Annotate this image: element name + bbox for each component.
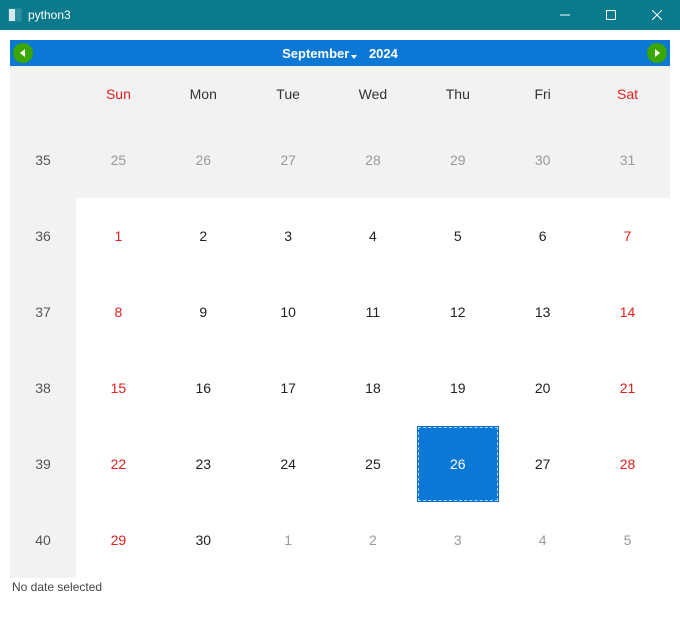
day-header: Thu <box>415 66 500 122</box>
day-cell[interactable]: 25 <box>76 122 161 198</box>
day-cell[interactable]: 20 <box>500 350 585 426</box>
day-cell[interactable]: 29 <box>415 122 500 198</box>
day-cell[interactable]: 3 <box>246 198 331 274</box>
calendar-row: 361234567 <box>10 198 670 274</box>
prev-month-button[interactable] <box>13 43 33 63</box>
day-cell[interactable]: 2 <box>331 502 416 578</box>
day-cell[interactable]: 28 <box>585 426 670 502</box>
day-cell[interactable]: 2 <box>161 198 246 274</box>
day-cell[interactable]: 23 <box>161 426 246 502</box>
day-cell[interactable]: 1 <box>246 502 331 578</box>
day-cell[interactable]: 26 <box>415 426 500 502</box>
day-cell[interactable]: 4 <box>331 198 416 274</box>
day-header: Mon <box>161 66 246 122</box>
day-header: Tue <box>246 66 331 122</box>
app-icon <box>8 8 22 22</box>
day-header-row: Sun Mon Tue Wed Thu Fri Sat <box>10 66 670 122</box>
day-cell[interactable]: 1 <box>76 198 161 274</box>
day-cell[interactable]: 31 <box>585 122 670 198</box>
calendar-header: September 2024 <box>10 40 670 66</box>
close-button[interactable] <box>634 0 680 30</box>
calendar-row: 3815161718192021 <box>10 350 670 426</box>
maximize-button[interactable] <box>588 0 634 30</box>
week-number: 35 <box>10 122 76 198</box>
day-cell[interactable]: 27 <box>500 426 585 502</box>
day-cell[interactable]: 8 <box>76 274 161 350</box>
calendar-grid: Sun Mon Tue Wed Thu Fri Sat 352526272829… <box>10 66 670 578</box>
month-selector[interactable]: September <box>282 46 351 61</box>
day-cell[interactable]: 11 <box>331 274 416 350</box>
day-cell[interactable]: 18 <box>331 350 416 426</box>
day-cell[interactable]: 30 <box>161 502 246 578</box>
minimize-button[interactable] <box>542 0 588 30</box>
week-number: 40 <box>10 502 76 578</box>
calendar-body: 3525262728293031361234567378910111213143… <box>10 122 670 578</box>
day-cell[interactable]: 21 <box>585 350 670 426</box>
day-cell[interactable]: 17 <box>246 350 331 426</box>
day-cell[interactable]: 4 <box>500 502 585 578</box>
day-cell[interactable]: 24 <box>246 426 331 502</box>
day-cell[interactable]: 25 <box>331 426 416 502</box>
day-cell[interactable]: 12 <box>415 274 500 350</box>
day-cell[interactable]: 22 <box>76 426 161 502</box>
year-selector[interactable]: 2024 <box>355 46 398 61</box>
day-cell[interactable]: 29 <box>76 502 161 578</box>
day-header: Sun <box>76 66 161 122</box>
day-header: Sat <box>585 66 670 122</box>
week-number: 38 <box>10 350 76 426</box>
day-cell[interactable]: 7 <box>585 198 670 274</box>
day-cell[interactable]: 27 <box>246 122 331 198</box>
calendar-row: 3922232425262728 <box>10 426 670 502</box>
day-cell[interactable]: 16 <box>161 350 246 426</box>
week-number-header <box>10 66 76 122</box>
calendar-row: 3525262728293031 <box>10 122 670 198</box>
week-number: 39 <box>10 426 76 502</box>
day-cell[interactable]: 6 <box>500 198 585 274</box>
day-cell[interactable]: 5 <box>585 502 670 578</box>
day-cell[interactable]: 15 <box>76 350 161 426</box>
calendar-row: 40293012345 <box>10 502 670 578</box>
day-header: Fri <box>500 66 585 122</box>
week-number: 37 <box>10 274 76 350</box>
day-cell[interactable]: 30 <box>500 122 585 198</box>
day-cell[interactable]: 14 <box>585 274 670 350</box>
day-header: Wed <box>331 66 416 122</box>
day-cell[interactable]: 13 <box>500 274 585 350</box>
day-cell[interactable]: 3 <box>415 502 500 578</box>
window-title: python3 <box>28 8 71 22</box>
week-number: 36 <box>10 198 76 274</box>
day-cell[interactable]: 19 <box>415 350 500 426</box>
next-month-button[interactable] <box>647 43 667 63</box>
day-cell[interactable]: 26 <box>161 122 246 198</box>
day-cell[interactable]: 10 <box>246 274 331 350</box>
status-text: No date selected <box>10 578 670 594</box>
calendar-row: 37891011121314 <box>10 274 670 350</box>
titlebar: python3 <box>0 0 680 30</box>
day-cell[interactable]: 5 <box>415 198 500 274</box>
day-cell[interactable]: 28 <box>331 122 416 198</box>
day-cell[interactable]: 9 <box>161 274 246 350</box>
